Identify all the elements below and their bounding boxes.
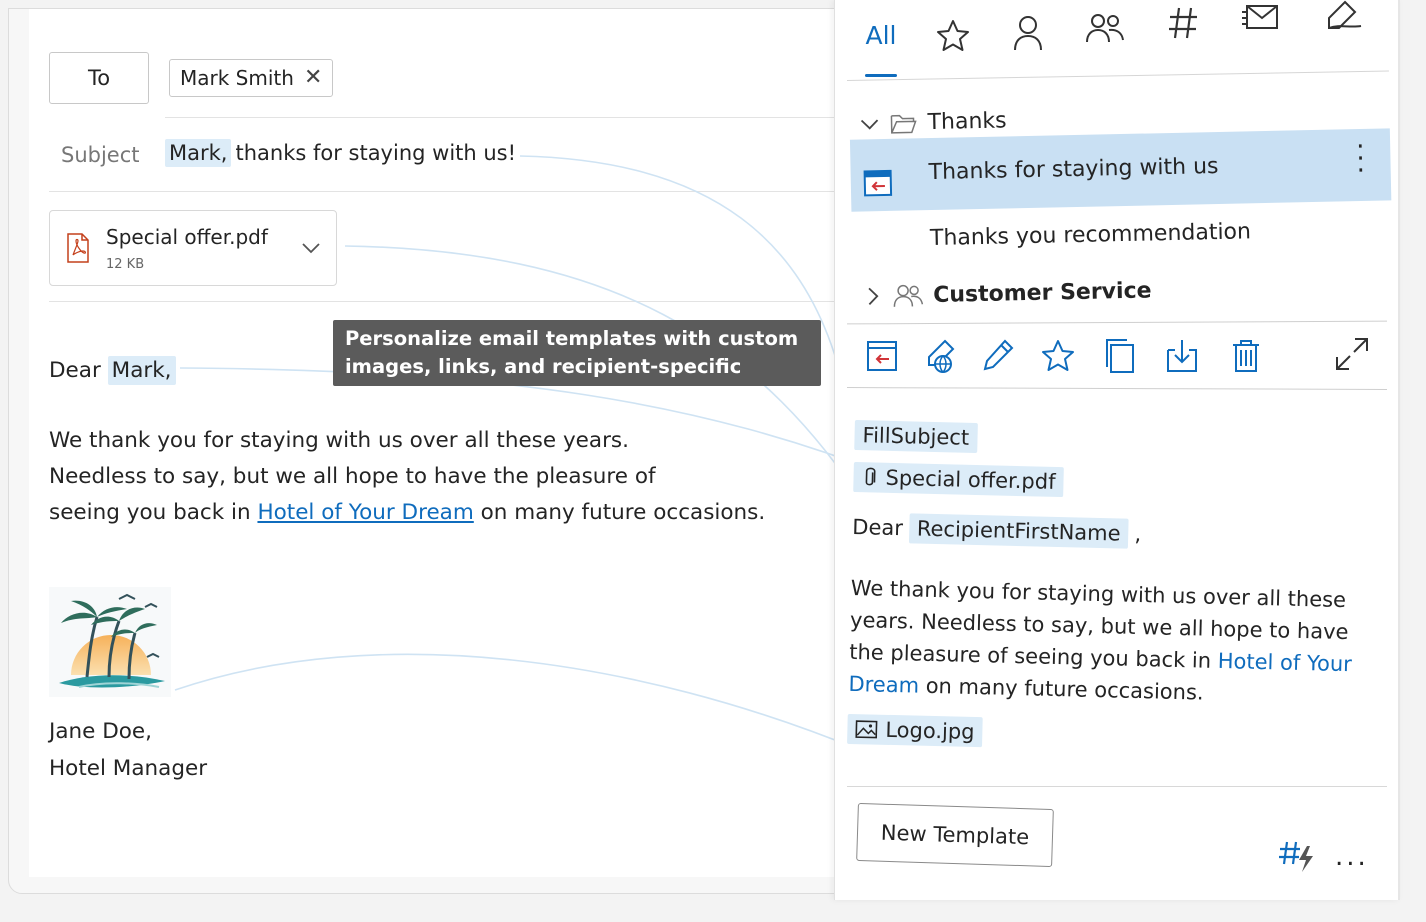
tabs-divider [846,70,1389,81]
active-tab-indicator [865,74,897,77]
hashtag-icon[interactable] [1167,6,1199,40]
hashtag-lightning-icon[interactable] [1277,838,1317,874]
folder-name: Thanks [927,108,1007,136]
compose-window: To Mark Smith ✕ Subject Mark, thanks for… [8,8,874,894]
subject-field[interactable]: Mark, thanks for staying with us! [165,139,516,167]
hotel-logo [49,587,171,697]
preview-body-text: on many future occasions. [925,673,1204,705]
expand-icon[interactable] [1335,336,1369,372]
body-line: We thank you for staying with us over al… [49,428,629,453]
fill-subject-tag[interactable]: FillSubject [854,419,978,453]
pdf-file-icon [67,233,89,263]
greeting-name-placeholder: Mark, [107,356,176,385]
to-button[interactable]: To [49,52,149,104]
body-text: seeing you back in [49,500,251,525]
subject-label: Subject [61,143,140,167]
body-text: on many future occasions. [480,500,766,525]
compose-body: To Mark Smith ✕ Subject Mark, thanks for… [29,9,841,877]
image-tag[interactable]: Logo.jpg [847,713,983,748]
signature-pen-icon[interactable] [1325,0,1363,30]
template-item[interactable]: Thanks you recommendation [930,219,1251,251]
tab-all[interactable]: All [859,0,903,70]
greeting-text: Dear [852,514,904,541]
new-template-button[interactable]: New Template [856,802,1054,868]
preview-body: We thank you for staying with us over al… [848,572,1371,713]
divider [847,786,1387,787]
divider [847,320,1387,325]
template-title: Thanks for staying with us [928,154,1219,186]
image-tag-label: Logo.jpg [885,717,975,745]
recipient-first-name-tag[interactable]: RecipientFirstName [908,513,1129,549]
template-preview: FillSubject Special offer.pdf Dear Recip… [847,418,1385,757]
edit-shared-icon[interactable] [923,338,957,374]
remove-recipient-icon[interactable]: ✕ [304,67,322,89]
insert-template-icon[interactable] [865,338,899,374]
signature-name: Jane Doe, [49,719,152,744]
mail-templates-icon[interactable] [1241,0,1281,32]
more-options-button[interactable]: ... [1335,842,1369,872]
body-line: Needless to say, but we all hope to have… [49,464,656,489]
body-line: seeing you back in Hotel of Your Dream o… [49,495,765,531]
signature-title: Hotel Manager [49,756,208,781]
attachment-name: Special offer.pdf [106,225,268,249]
image-icon [855,720,878,739]
copy-icon[interactable] [1103,338,1137,374]
pencil-edit-icon[interactable] [981,338,1015,374]
favorite-star-icon[interactable] [1041,338,1075,374]
attachment-tag[interactable]: Special offer.pdf [853,461,1064,498]
divider [49,191,841,192]
feature-tooltip: Personalize email templates with custom … [333,320,821,406]
chevron-right-icon[interactable] [863,286,883,306]
attachment-tag-label: Special offer.pdf [885,465,1056,494]
signature: Jane Doe, Hotel Manager [49,713,207,787]
greeting-prefix: Dear [49,358,101,383]
attachment-card[interactable]: Special offer.pdf 12 KB [49,210,337,286]
comma: , [1134,521,1142,547]
recipient-chip[interactable]: Mark Smith ✕ [169,59,334,97]
trash-icon[interactable] [1229,338,1263,374]
templates-panel: All Thanks Thanks for staying with us · … [834,0,1400,900]
greeting-line: Dear Mark, [49,353,176,389]
hotel-link[interactable]: Hotel of Your Dream [257,500,473,525]
folder-customer-service[interactable]: Customer Service [863,277,1152,309]
folder-name: Customer Service [932,277,1152,308]
template-actions-toolbar [835,330,1401,390]
move-to-folder-icon[interactable] [1165,338,1199,374]
subject-text: thanks for staying with us! [235,141,517,165]
template-item-selected[interactable]: Thanks for staying with us · · · [849,128,1392,212]
panel-edge [1398,0,1400,900]
tooltip-line: Personalize email templates with custom [345,327,799,350]
favorites-star-icon[interactable] [935,18,971,54]
more-vertical-icon[interactable]: · · · [1356,132,1365,186]
folder-thanks[interactable]: Thanks [859,108,1007,136]
category-tabs: All [835,0,1401,82]
people-group-icon[interactable] [1085,10,1125,46]
tooltip-line: images, links, and recipient-specific de… [345,355,742,406]
chevron-down-icon[interactable] [300,237,322,259]
divider [165,117,841,118]
attachment-size: 12 KB [106,257,145,272]
person-icon[interactable] [1011,14,1045,52]
divider [49,301,841,302]
subject-name-placeholder: Mark, [165,139,232,167]
chevron-down-icon[interactable] [859,114,879,134]
shared-folder-icon [893,284,924,307]
preview-greeting: Dear RecipientFirstName , [852,512,1383,555]
recipient-name: Mark Smith [180,66,294,90]
paperclip-icon [865,467,876,486]
insert-template-icon [863,169,893,197]
email-body[interactable]: We thank you for staying with us over al… [49,423,765,531]
folder-open-icon [890,114,917,134]
